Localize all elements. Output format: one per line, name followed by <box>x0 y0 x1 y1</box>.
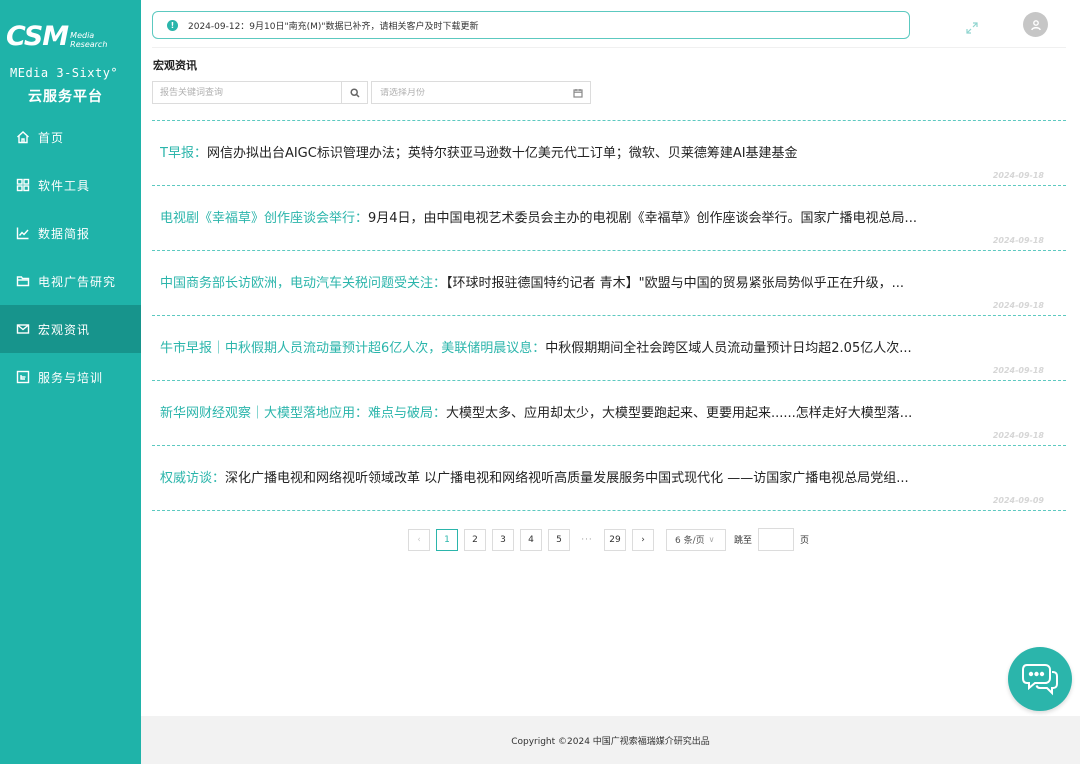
news-headline[interactable]: 电视剧《幸福草》创作座谈会举行： <box>160 211 368 226</box>
csm-logo[interactable]: CSM Media Research <box>6 22 107 52</box>
page-size-value: 6 条/页 <box>675 536 705 546</box>
news-headline[interactable]: 中国商务部长访欧洲，电动汽车关税问题受关注： <box>160 276 446 291</box>
sidebar-item-data-brief[interactable]: 数据简报 <box>0 209 141 257</box>
grid-icon <box>16 178 30 192</box>
logo-sub-media: Media <box>70 31 95 40</box>
sidebar-item-label: 数据简报 <box>38 226 91 241</box>
news-date: 2024-09-18 <box>992 171 1044 180</box>
list-item[interactable]: T早报：网信办拟出台AIGC标识管理办法；英特尔获亚马逊数十亿美元代工订单；微软… <box>152 121 1066 186</box>
news-headline[interactable]: 牛市早报｜中秋假期人员流动量预计超6亿人次，美联储明晨议息： <box>160 341 545 356</box>
news-headline[interactable]: 权威访谈： <box>160 471 225 486</box>
folder-icon <box>16 274 30 288</box>
list-item[interactable]: 中国商务部长访欧洲，电动汽车关税问题受关注：【环球时报驻德国特约记者 青木】"欧… <box>152 251 1066 316</box>
prev-page-button[interactable]: ‹ <box>408 528 430 551</box>
list-item[interactable]: 牛市早报｜中秋假期人员流动量预计超6亿人次，美联储明晨议息：中秋假期期间全社会跨… <box>152 316 1066 381</box>
sidebar-item-service-training[interactable]: 服务与培训 <box>0 353 141 401</box>
logo-subtext: Media Research <box>70 31 107 49</box>
brand-name-cn: 云服务平台 <box>28 89 103 105</box>
fullscreen-icon[interactable] <box>966 19 978 34</box>
list-item[interactable]: 新华网财经观察｜大模型落地应用：难点与破局：大模型太多、应用却太少，大模型要跑起… <box>152 381 1066 446</box>
news-title[interactable]: 电视剧《幸福草》创作座谈会举行：9月4日，由中国电视艺术委员会主办的电视剧《幸福… <box>160 210 985 228</box>
chevron-down-icon: ∨ <box>708 535 715 544</box>
copyright-text: Copyright ©2024 中国广视索福瑞媒介研究出品 <box>511 736 710 747</box>
news-date: 2024-09-09 <box>992 496 1044 505</box>
news-title[interactable]: 新华网财经观察｜大模型落地应用：难点与破局：大模型太多、应用却太少，大模型要跑起… <box>160 405 985 423</box>
news-summary: 9月4日，由中国电视艺术委员会主办的电视剧《幸福草》创作座谈会举行。国家广播电视… <box>368 211 917 226</box>
page-button-5[interactable]: 5 <box>548 528 570 551</box>
sidebar-item-macro-news[interactable]: 宏观资讯 <box>0 305 141 353</box>
sidebar-nav: 首页 软件工具 数据简报 电视广告研究 宏观资讯 服务与培训 <box>0 113 141 401</box>
line-chart-icon <box>16 226 30 240</box>
news-title[interactable]: 权威访谈：深化广播电视和网络视听领域改革 以广播电视和网络视听高质量发展服务中国… <box>160 470 985 488</box>
user-icon <box>1030 19 1041 30</box>
news-date: 2024-09-18 <box>992 366 1044 375</box>
news-title[interactable]: T早报：网信办拟出台AIGC标识管理办法；英特尔获亚马逊数十亿美元代工订单；微软… <box>160 145 985 163</box>
box-arrow-icon <box>16 370 30 384</box>
news-summary: 大模型太多、应用却太少，大模型要跑起来、更要用起来......怎样走好大模型落.… <box>446 406 913 421</box>
sidebar-item-tv-ad-research[interactable]: 电视广告研究 <box>0 257 141 305</box>
logo-text: CSM <box>6 21 69 52</box>
page-title: 宏观资讯 <box>153 59 197 72</box>
logo-sub-research: Research <box>70 40 108 49</box>
sidebar-item-label: 首页 <box>38 130 65 145</box>
news-summary: 【环球时报驻德国特约记者 青木】"欧盟与中国的贸易紧张局势似乎正在升级，... <box>446 276 905 291</box>
chat-icon <box>1022 664 1058 696</box>
page-button-1[interactable]: 1 <box>436 528 458 551</box>
news-date: 2024-09-18 <box>992 301 1044 310</box>
news-summary: 中秋假期期间全社会跨区域人员流动量预计日均超2.05亿人次... <box>545 341 912 356</box>
news-title[interactable]: 牛市早报｜中秋假期人员流动量预计超6亿人次，美联储明晨议息：中秋假期期间全社会跨… <box>160 340 985 358</box>
news-date: 2024-09-18 <box>992 236 1044 245</box>
mail-icon <box>16 322 30 336</box>
jump-label: 跳至 <box>734 536 753 546</box>
pagination: ‹ 1 2 3 4 5 ··· 29 › 6 条/页 ∨ 跳至 页 <box>408 528 809 551</box>
jump-unit: 页 <box>800 536 810 546</box>
search-icon <box>349 87 360 98</box>
home-icon <box>16 130 30 144</box>
news-title[interactable]: 中国商务部长访欧洲，电动汽车关税问题受关注：【环球时报驻德国特约记者 青木】"欧… <box>160 275 985 293</box>
news-date: 2024-09-18 <box>992 431 1044 440</box>
calendar-icon <box>566 88 590 98</box>
search-box <box>152 81 368 104</box>
brand-area: CSM Media Research MEdia 3-Sixty° 云服务平台 <box>0 0 141 120</box>
news-list: T早报：网信办拟出台AIGC标识管理办法；英特尔获亚马逊数十亿美元代工订单；微软… <box>152 120 1066 511</box>
page-button-2[interactable]: 2 <box>464 528 486 551</box>
sidebar-item-label: 宏观资讯 <box>38 322 91 337</box>
sidebar-item-home[interactable]: 首页 <box>0 113 141 161</box>
header-divider <box>152 47 1066 48</box>
news-summary: 网信办拟出台AIGC标识管理办法；英特尔获亚马逊数十亿美元代工订单；微软、贝莱德… <box>206 146 798 161</box>
page-ellipsis[interactable]: ··· <box>576 529 598 551</box>
next-page-button[interactable]: › <box>632 528 654 551</box>
avatar[interactable] <box>1023 12 1048 37</box>
search-button[interactable] <box>341 82 367 103</box>
sidebar-item-label: 软件工具 <box>38 178 91 193</box>
month-input[interactable] <box>372 87 566 98</box>
month-picker[interactable] <box>371 81 591 104</box>
news-summary: 深化广播电视和网络视听领域改革 以广播电视和网络视听高质量发展服务中国式现代化 … <box>225 471 909 486</box>
sidebar-item-software-tools[interactable]: 软件工具 <box>0 161 141 209</box>
footer: Copyright ©2024 中国广视索福瑞媒介研究出品 <box>141 716 1080 764</box>
news-headline[interactable]: T早报： <box>160 146 207 161</box>
sidebar: CSM Media Research MEdia 3-Sixty° 云服务平台 … <box>0 0 141 764</box>
jump-page-input[interactable] <box>758 528 795 551</box>
brand-name-en: MEdia 3-Sixty° <box>10 66 119 80</box>
page-button-3[interactable]: 3 <box>492 528 514 551</box>
sidebar-item-label: 服务与培训 <box>38 370 104 385</box>
sidebar-item-label: 电视广告研究 <box>38 274 117 289</box>
info-icon: ! <box>167 19 178 31</box>
page-button-4[interactable]: 4 <box>520 528 542 551</box>
chat-support-button[interactable] <box>1008 647 1072 711</box>
notice-banner[interactable]: ! 2024-09-12：9月10日"南充(M)"数据已补齐，请相关客户及时下载… <box>152 11 910 39</box>
list-item[interactable]: 权威访谈：深化广播电视和网络视听领域改革 以广播电视和网络视听高质量发展服务中国… <box>152 446 1066 511</box>
list-item[interactable]: 电视剧《幸福草》创作座谈会举行：9月4日，由中国电视艺术委员会主办的电视剧《幸福… <box>152 186 1066 251</box>
page-button-last[interactable]: 29 <box>604 528 626 551</box>
notice-text: 2024-09-12：9月10日"南充(M)"数据已补齐，请相关客户及时下载更新 <box>188 21 479 32</box>
page-size-select[interactable]: 6 条/页 ∨ <box>666 528 726 551</box>
search-input[interactable] <box>153 82 341 103</box>
news-headline[interactable]: 新华网财经观察｜大模型落地应用：难点与破局： <box>160 406 446 421</box>
